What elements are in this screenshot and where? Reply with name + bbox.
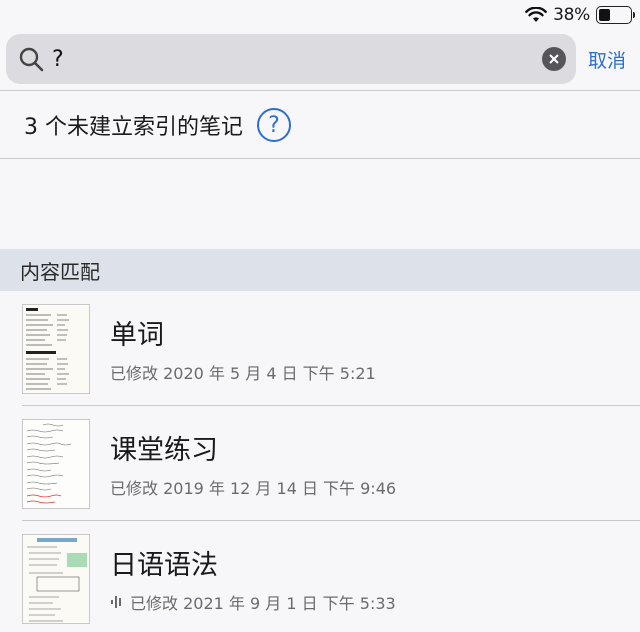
divider (0, 158, 640, 159)
note-title: 单词 (110, 320, 164, 351)
help-icon[interactable]: ? (257, 108, 291, 142)
battery-percent: 38% (553, 5, 590, 25)
note-date: 已修改 2020 年 5 月 4 日 下午 5:21 (110, 360, 376, 384)
section-header: 内容匹配 (0, 249, 640, 291)
note-date: 已修改 2021 年 9 月 1 日 下午 5:33 (110, 590, 396, 614)
status-bar: 38% (0, 0, 640, 30)
note-meta: 课堂练习 已修改 2019 年 12 月 14 日 下午 9:46 (110, 428, 396, 499)
note-thumbnail (22, 533, 90, 624)
list-item[interactable]: 课堂练习 已修改 2019 年 12 月 14 日 下午 9:46 (0, 406, 640, 521)
note-thumbnail (22, 418, 90, 509)
note-date-text: 已修改 2019 年 12 月 14 日 下午 9:46 (110, 479, 397, 498)
list-item[interactable]: 日语语法 已修改 2021 年 9 月 1 日 下午 5:33 (0, 521, 640, 632)
note-meta: 单词 已修改 2020 年 5 月 4 日 下午 5:21 (110, 313, 376, 384)
search-icon (18, 46, 44, 72)
note-date-text: 已修改 2021 年 9 月 1 日 下午 5:33 (130, 594, 396, 613)
note-title: 日语语法 (110, 550, 218, 581)
note-date-text: 已修改 2020 年 5 月 4 日 下午 5:21 (110, 364, 376, 383)
audio-icon (110, 594, 124, 610)
search-box[interactable] (6, 34, 576, 84)
section-title: 内容匹配 (20, 259, 100, 284)
cancel-button[interactable]: 取消 (588, 46, 626, 73)
search-row: 取消 (6, 34, 634, 84)
wifi-icon (525, 7, 548, 23)
note-thumbnail (22, 303, 90, 394)
battery-icon (596, 6, 635, 24)
note-date: 已修改 2019 年 12 月 14 日 下午 9:46 (110, 475, 396, 499)
clear-icon[interactable] (542, 47, 566, 71)
note-title: 课堂练习 (110, 435, 218, 466)
unindexed-notice-text: 3 个未建立索引的笔记 (24, 115, 243, 140)
search-screen: 38% 取消 3 个未建立索引的笔记 ? (0, 0, 640, 632)
battery-level (599, 9, 611, 21)
list-item[interactable]: 单词 已修改 2020 年 5 月 4 日 下午 5:21 (0, 291, 640, 406)
search-input[interactable] (52, 46, 542, 72)
divider (0, 90, 640, 91)
unindexed-notice: 3 个未建立索引的笔记 ? (0, 92, 640, 158)
note-meta: 日语语法 已修改 2021 年 9 月 1 日 下午 5:33 (110, 543, 396, 614)
note-list: 单词 已修改 2020 年 5 月 4 日 下午 5:21 课堂练习 已修改 2… (0, 291, 640, 632)
